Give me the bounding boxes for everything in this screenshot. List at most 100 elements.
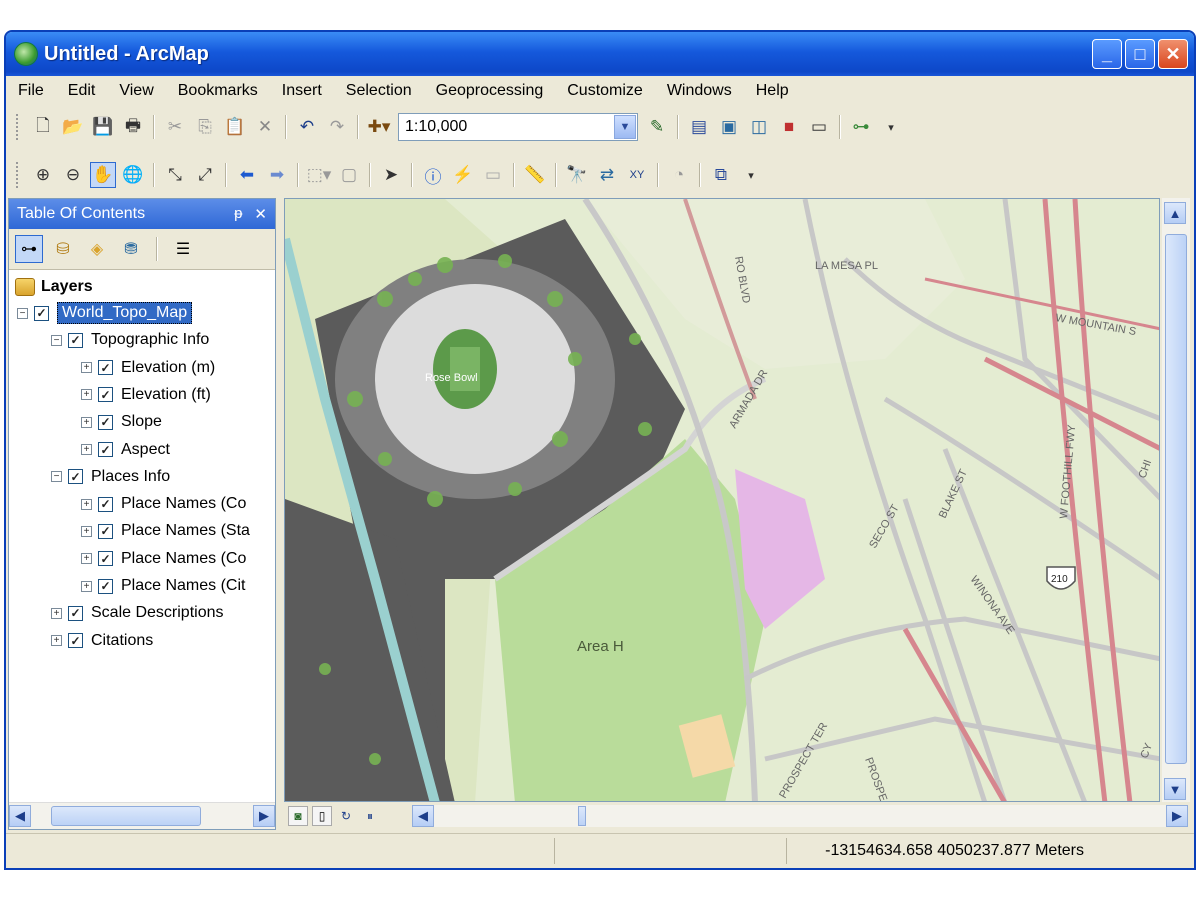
scroll-right-icon[interactable]: ▶ (253, 805, 275, 827)
layer-visibility-checkbox[interactable]: ✓ (98, 578, 113, 594)
back-arrow-icon[interactable]: ⬅ (234, 162, 260, 188)
collapse-icon[interactable]: − (51, 471, 62, 483)
arcmap-app-icon[interactable] (14, 42, 38, 66)
redo-icon[interactable]: ↷ (324, 114, 350, 140)
open-folder-icon[interactable]: 📂 (60, 114, 86, 140)
layer-visibility-checkbox[interactable]: ✓ (34, 305, 49, 321)
find-route-icon[interactable]: ⇄ (594, 162, 620, 188)
measure-icon[interactable]: 📏 (522, 162, 548, 188)
scroll-left-icon[interactable]: ◀ (412, 805, 434, 827)
layer-visibility-checkbox[interactable]: ✓ (68, 469, 83, 485)
scroll-thumb[interactable] (1165, 234, 1187, 764)
topographic-basemap[interactable]: Rose Bowl Area H LA MESA PL W MOUNTAIN S… (285, 199, 1160, 802)
layer-visibility-checkbox[interactable]: ✓ (68, 332, 83, 348)
menu-customize[interactable]: Customize (555, 82, 655, 100)
layer-tree-item[interactable]: − ✓ Places Info (51, 464, 170, 490)
layer-visibility-checkbox[interactable]: ✓ (98, 442, 113, 457)
toolbar-options-icon[interactable]: ▾ (738, 162, 764, 188)
find-binoculars-icon[interactable]: 🔭 (564, 162, 590, 188)
map-horizontal-scrollbar[interactable]: ◀ ▶ (412, 805, 1188, 827)
html-popup-icon[interactable]: ▭ (480, 162, 506, 188)
list-by-selection-icon[interactable]: ⛃ (117, 235, 145, 263)
python-window-icon[interactable]: ▭ (806, 114, 832, 140)
layer-visibility-checkbox[interactable]: ✓ (98, 360, 113, 376)
map-scale-combobox[interactable]: 1:10,000 ▼ (398, 113, 638, 141)
toolbar-options-icon[interactable]: ▾ (878, 114, 904, 140)
close-button[interactable]: ✕ (1158, 39, 1188, 69)
layer-tree-item[interactable]: + ✓ Citations (51, 628, 153, 654)
toolbar-grip[interactable] (16, 114, 22, 140)
title-bar[interactable]: Untitled - ArcMap _ □ ✕ (6, 32, 1194, 76)
list-by-source-icon[interactable]: ⛁ (49, 235, 77, 263)
zoom-out-icon[interactable]: ⊖ (60, 162, 86, 188)
layer-tree-item[interactable]: − ✓ World_Topo_Map (17, 300, 193, 326)
expand-icon[interactable]: + (81, 553, 92, 565)
expand-icon[interactable]: + (81, 416, 92, 428)
toolbar-grip[interactable] (16, 162, 22, 188)
expand-icon[interactable]: + (81, 498, 92, 510)
layer-visibility-checkbox[interactable]: ✓ (98, 414, 113, 430)
maximize-button[interactable]: □ (1125, 39, 1155, 69)
select-elements-icon[interactable]: ➤ (378, 162, 404, 188)
expand-icon[interactable]: + (81, 444, 92, 455)
arctoolbox-icon[interactable]: ■ (776, 114, 802, 140)
copy-icon[interactable]: ⎘ (192, 114, 218, 140)
layer-tree-item[interactable]: + ✓ Place Names (Co (81, 491, 246, 517)
scroll-thumb[interactable] (51, 806, 201, 826)
menu-selection[interactable]: Selection (334, 82, 424, 100)
save-icon[interactable]: 💾 (90, 114, 116, 140)
print-icon[interactable]: 🖶 (120, 114, 146, 140)
map-view[interactable]: Rose Bowl Area H LA MESA PL W MOUNTAIN S… (284, 198, 1160, 802)
fixed-zoom-in-icon[interactable]: ⤡ (162, 162, 188, 188)
scroll-left-icon[interactable]: ◀ (9, 805, 31, 827)
cut-icon[interactable]: ✂ (162, 114, 188, 140)
menu-windows[interactable]: Windows (655, 82, 744, 100)
layer-visibility-checkbox[interactable]: ✓ (98, 387, 113, 403)
collapse-icon[interactable]: − (17, 307, 28, 319)
menu-help[interactable]: Help (744, 82, 801, 100)
scroll-down-icon[interactable]: ▼ (1164, 778, 1186, 800)
minimize-button[interactable]: _ (1092, 39, 1122, 69)
delete-icon[interactable]: ✕ (252, 114, 278, 140)
layer-visibility-checkbox[interactable]: ✓ (98, 496, 113, 512)
go-to-xy-icon[interactable]: XY (624, 162, 650, 188)
list-by-drawing-order-icon[interactable]: ⊶ (15, 235, 43, 263)
forward-arrow-icon[interactable]: ➡ (264, 162, 290, 188)
table-of-contents-icon[interactable]: ▤ (686, 114, 712, 140)
undo-icon[interactable]: ↶ (294, 114, 320, 140)
menu-bookmarks[interactable]: Bookmarks (166, 82, 270, 100)
scroll-thumb[interactable] (578, 806, 586, 826)
menu-view[interactable]: View (107, 82, 165, 100)
layer-tree-item[interactable]: + ✓ Place Names (Cit (81, 573, 245, 599)
select-features-icon[interactable]: ⬚▾ (306, 162, 332, 188)
identify-icon[interactable]: ⓘ (420, 162, 446, 188)
expand-icon[interactable]: + (51, 607, 62, 619)
create-viewer-window-icon[interactable]: ⧉ (708, 162, 734, 188)
catalog-window-icon[interactable]: ▣ (716, 114, 742, 140)
menu-geoprocessing[interactable]: Geoprocessing (424, 82, 556, 100)
pan-hand-icon[interactable]: ✋ (90, 162, 116, 188)
expand-icon[interactable]: + (81, 580, 92, 592)
time-slider-icon[interactable]: ◔ (666, 162, 692, 188)
close-icon[interactable]: ✕ (254, 205, 267, 223)
expand-icon[interactable]: + (81, 389, 92, 401)
fixed-zoom-out-icon[interactable]: ⤢ (192, 162, 218, 188)
menu-file[interactable]: File (6, 82, 56, 100)
data-view-icon[interactable]: ◙ (288, 806, 308, 826)
layer-visibility-checkbox[interactable]: ✓ (68, 633, 83, 649)
pin-icon[interactable]: ᵽ (234, 205, 242, 223)
layers-root[interactable]: Layers (15, 274, 93, 300)
search-window-icon[interactable]: ◫ (746, 114, 772, 140)
layer-tree-item[interactable]: + ✓ Scale Descriptions (51, 600, 224, 626)
hyperlink-icon[interactable]: ⚡ (450, 162, 476, 188)
scroll-right-icon[interactable]: ▶ (1166, 805, 1188, 827)
add-data-icon[interactable]: ✚▾ (366, 114, 392, 140)
expand-icon[interactable]: + (81, 525, 92, 537)
chevron-down-icon[interactable]: ▼ (614, 115, 636, 139)
layer-tree-item[interactable]: − ✓ Topographic Info (51, 327, 209, 353)
new-document-icon[interactable]: 🗋 (30, 114, 56, 140)
editor-toolbar-icon[interactable]: ✎ (644, 114, 670, 140)
menu-edit[interactable]: Edit (56, 82, 108, 100)
options-icon[interactable]: ☰ (169, 235, 197, 263)
layer-tree-item[interactable]: + ✓ Elevation (m) (81, 355, 215, 381)
